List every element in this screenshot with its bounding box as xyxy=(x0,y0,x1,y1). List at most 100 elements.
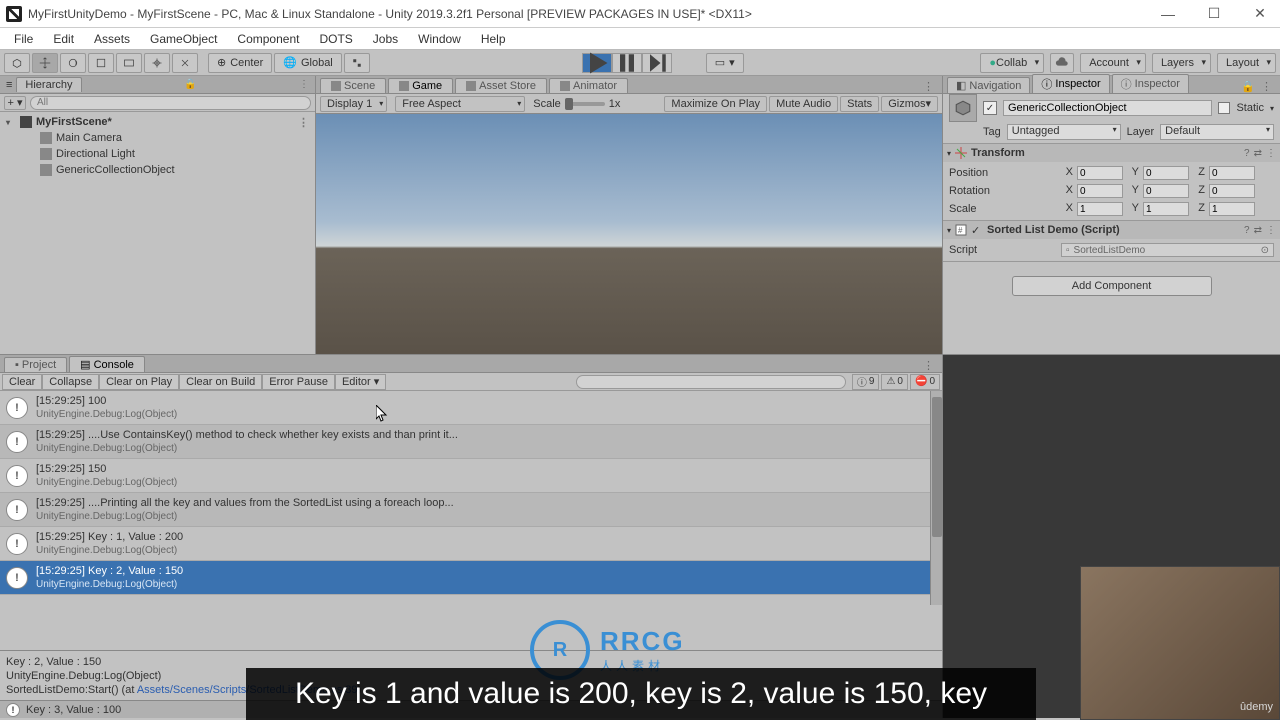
console-entry[interactable]: ![15:29:25] ....Use ContainsKey() method… xyxy=(0,425,942,459)
scene-menu-icon[interactable]: ⋮ xyxy=(298,116,309,129)
minimize-button[interactable]: — xyxy=(1154,4,1182,24)
scrollbar[interactable] xyxy=(930,391,942,605)
hand-tool[interactable] xyxy=(4,53,30,73)
gizmos-dropdown[interactable]: Gizmos ▾ xyxy=(881,96,938,112)
preview-dropdown[interactable]: ▭ ▾ xyxy=(706,53,744,73)
hierarchy-tab[interactable]: Hierarchy xyxy=(16,77,81,92)
account-dropdown[interactable]: Account xyxy=(1080,53,1146,73)
rot-x[interactable] xyxy=(1077,184,1123,198)
object-icon[interactable] xyxy=(949,94,977,122)
console-entry[interactable]: ![15:29:25] 150UnityEngine.Debug:Log(Obj… xyxy=(0,459,942,493)
enable-checkbox[interactable]: ✓ xyxy=(971,224,983,236)
clear-on-play-toggle[interactable]: Clear on Play xyxy=(99,374,179,390)
tab-project[interactable]: ▪Project xyxy=(4,357,67,372)
scale-y[interactable] xyxy=(1143,202,1189,216)
custom-tool[interactable] xyxy=(172,53,198,73)
error-count[interactable]: ⛔0 xyxy=(910,374,940,390)
aspect-dropdown[interactable]: Free Aspect xyxy=(395,96,525,112)
console-entry[interactable]: ![15:29:25] Key : 1, Value : 200UnityEng… xyxy=(0,527,942,561)
scrollbar-thumb[interactable] xyxy=(932,397,942,537)
handle-toggle[interactable]: 🌐Global xyxy=(274,53,342,73)
tab-animator[interactable]: Animator xyxy=(549,78,628,93)
hierarchy-tree[interactable]: ▾ MyFirstScene* ⋮ Main Camera Directiona… xyxy=(0,112,315,354)
active-checkbox[interactable]: ✓ xyxy=(983,101,997,115)
play-button[interactable] xyxy=(582,53,612,73)
tab-asset-store[interactable]: Asset Store xyxy=(455,78,547,93)
console-search[interactable] xyxy=(576,375,846,389)
panel-lock-icon[interactable]: 🔒 xyxy=(184,79,196,90)
panel-menu-icon[interactable]: ⋮ xyxy=(299,79,309,90)
collab-dropdown[interactable]: ● Collab xyxy=(980,53,1044,73)
close-button[interactable]: ✕ xyxy=(1246,4,1274,24)
object-name-field[interactable] xyxy=(1003,100,1212,116)
snap-toggle[interactable] xyxy=(344,53,370,73)
menu-gameobject[interactable]: GameObject xyxy=(142,30,225,48)
info-count[interactable]: ⓘ9 xyxy=(852,374,880,390)
panel-menu-icon[interactable]: ⋮ xyxy=(923,80,938,93)
game-viewport[interactable] xyxy=(316,114,942,354)
rect-tool[interactable] xyxy=(116,53,142,73)
pos-x[interactable] xyxy=(1077,166,1123,180)
rot-y[interactable] xyxy=(1143,184,1189,198)
pause-button[interactable] xyxy=(612,53,642,73)
menu-assets[interactable]: Assets xyxy=(86,30,138,48)
maximize-on-play-toggle[interactable]: Maximize On Play xyxy=(664,96,767,112)
hierarchy-item[interactable]: Directional Light xyxy=(0,146,315,162)
preset-icon[interactable]: ⇄ xyxy=(1254,225,1262,236)
preset-icon[interactable]: ⇄ xyxy=(1254,148,1262,159)
help-icon[interactable]: ? xyxy=(1244,148,1250,159)
menu-file[interactable]: File xyxy=(6,30,41,48)
menu-help[interactable]: Help xyxy=(473,30,514,48)
layers-dropdown[interactable]: Layers xyxy=(1152,53,1211,73)
fold-icon[interactable]: ▾ xyxy=(6,118,16,127)
scene-row[interactable]: ▾ MyFirstScene* ⋮ xyxy=(0,114,315,130)
tab-console[interactable]: ▤Console xyxy=(69,356,145,372)
scale-slider[interactable] xyxy=(565,102,605,106)
hierarchy-item[interactable]: Main Camera xyxy=(0,130,315,146)
layer-dropdown[interactable]: Default xyxy=(1160,124,1274,140)
console-entry[interactable]: ![15:29:25] 100UnityEngine.Debug:Log(Obj… xyxy=(0,391,942,425)
maximize-button[interactable]: ☐ xyxy=(1200,4,1228,24)
script-header[interactable]: ▾ # ✓ Sorted List Demo (Script) ? ⇄ ⋮ xyxy=(943,221,1280,239)
scale-z[interactable] xyxy=(1209,202,1255,216)
tab-navigation[interactable]: ◧Navigation xyxy=(947,77,1030,93)
hierarchy-search[interactable] xyxy=(30,96,311,110)
editor-dropdown[interactable]: Editor ▾ xyxy=(335,374,386,390)
display-dropdown[interactable]: Display 1 xyxy=(320,96,387,112)
pos-z[interactable] xyxy=(1209,166,1255,180)
menu-jobs[interactable]: Jobs xyxy=(365,30,406,48)
add-component-button[interactable]: Add Component xyxy=(1012,276,1212,296)
panel-menu-icon[interactable]: ⋮ xyxy=(1261,80,1276,93)
clear-on-build-toggle[interactable]: Clear on Build xyxy=(179,374,262,390)
menu-dots[interactable]: DOTS xyxy=(311,30,360,48)
menu-component[interactable]: Component xyxy=(229,30,307,48)
tab-inspector-2[interactable]: ⓘInspector xyxy=(1112,74,1189,93)
hierarchy-item[interactable]: GenericCollectionObject xyxy=(0,162,315,178)
transform-header[interactable]: ▾ Transform ? ⇄ ⋮ xyxy=(943,144,1280,162)
console-list[interactable]: ![15:29:25] 100UnityEngine.Debug:Log(Obj… xyxy=(0,391,942,650)
menu-edit[interactable]: Edit xyxy=(45,30,82,48)
scale-x[interactable] xyxy=(1077,202,1123,216)
script-field[interactable]: ▫SortedListDemo⊙ xyxy=(1061,243,1274,257)
pivot-toggle[interactable]: ⊕Center xyxy=(208,53,272,73)
console-entry-selected[interactable]: ![15:29:25] Key : 2, Value : 150UnityEng… xyxy=(0,561,942,595)
mute-audio-toggle[interactable]: Mute Audio xyxy=(769,96,838,112)
console-entry[interactable]: ![15:29:25] ....Printing all the key and… xyxy=(0,493,942,527)
menu-window[interactable]: Window xyxy=(410,30,469,48)
menu-icon[interactable]: ⋮ xyxy=(1266,148,1276,159)
transform-tool[interactable] xyxy=(144,53,170,73)
layout-dropdown[interactable]: Layout xyxy=(1217,53,1276,73)
collapse-toggle[interactable]: Collapse xyxy=(42,374,99,390)
help-icon[interactable]: ? xyxy=(1244,225,1250,236)
stats-toggle[interactable]: Stats xyxy=(840,96,879,112)
tab-inspector[interactable]: ⓘInspector xyxy=(1032,74,1109,93)
step-button[interactable] xyxy=(642,53,672,73)
scale-tool[interactable] xyxy=(88,53,114,73)
cloud-button[interactable] xyxy=(1050,53,1074,73)
menu-icon[interactable]: ⋮ xyxy=(1266,225,1276,236)
tab-game[interactable]: Game xyxy=(388,78,453,93)
static-checkbox[interactable] xyxy=(1218,102,1230,114)
rot-z[interactable] xyxy=(1209,184,1255,198)
pos-y[interactable] xyxy=(1143,166,1189,180)
tab-scene[interactable]: Scene xyxy=(320,78,386,93)
